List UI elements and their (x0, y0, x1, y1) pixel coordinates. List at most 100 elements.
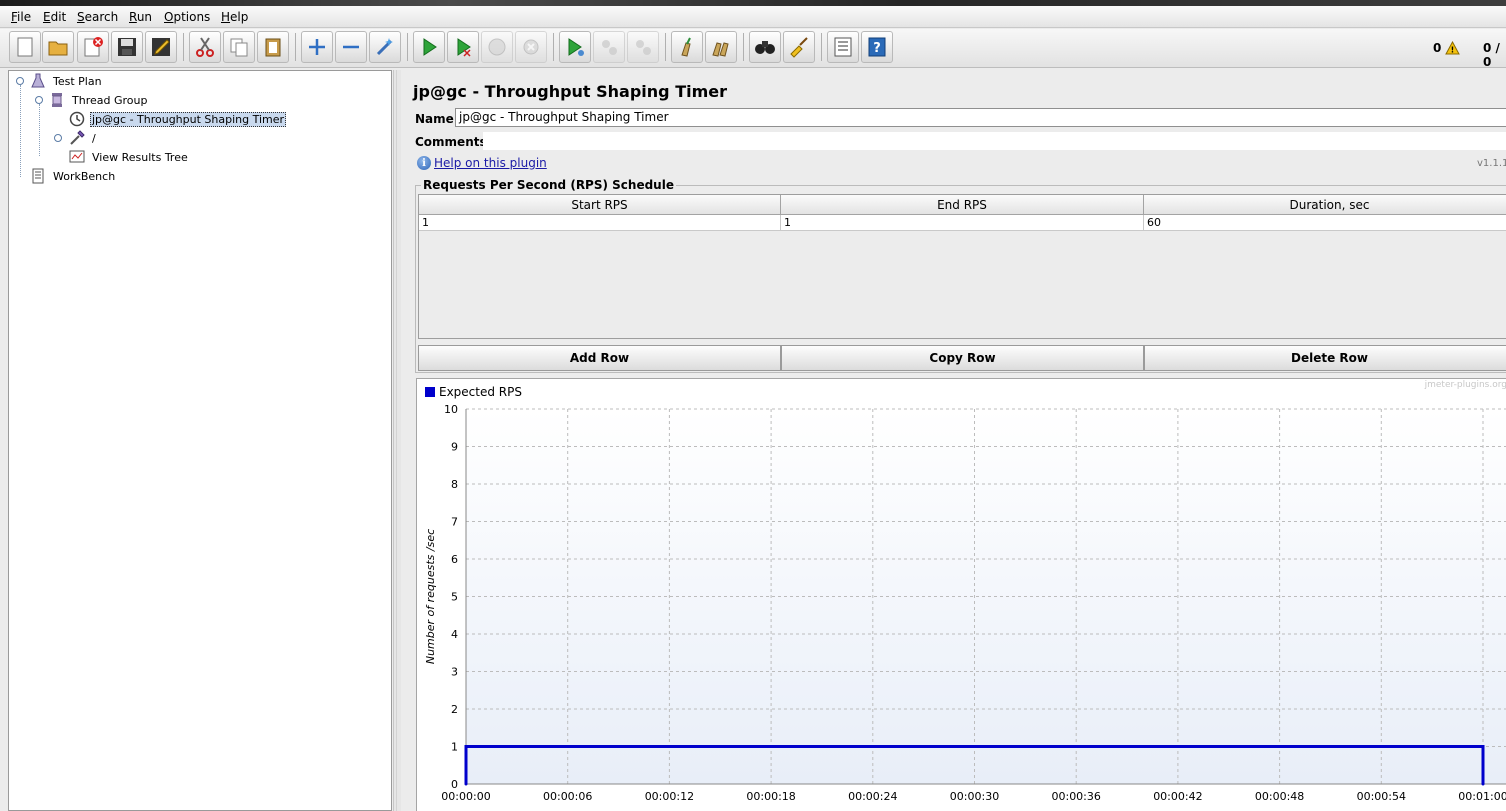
menu-run[interactable]: Run (129, 10, 152, 24)
cut-button[interactable] (189, 31, 221, 63)
expected-rps-chart: jmeter-plugins.org Expected RPS 0 1 2 3 4 5 6 7 8 9… (416, 378, 1506, 811)
workbench-icon (29, 167, 47, 185)
tree-node-label: Thread Group (72, 93, 148, 107)
name-label: Name: (415, 112, 459, 126)
schedule-table[interactable]: Start RPS End RPS Duration, sec 1 1 60 (418, 194, 1506, 339)
remote-shutdown-button[interactable] (627, 31, 659, 63)
copy-icon (230, 38, 248, 57)
save-button[interactable] (111, 31, 143, 63)
plus-icon (309, 39, 325, 55)
function-helper-button[interactable] (827, 31, 859, 63)
help-button[interactable]: ? (861, 31, 893, 63)
test-plan-tree: Test Plan Thread Group jp@gc - Throughpu… (8, 70, 392, 811)
warning-count: 0 (1433, 41, 1442, 55)
reset-search-button[interactable] (783, 31, 815, 63)
clear-all-button[interactable] (705, 31, 737, 63)
menu-help[interactable]: Help (221, 10, 248, 24)
play-no-pause-icon (457, 38, 471, 57)
help-book-icon: ? (868, 37, 886, 57)
flask-icon (29, 72, 47, 90)
chart-canvas: jmeter-plugins.orgExpected RPS0123456789… (424, 380, 1506, 811)
thread-spool-icon (48, 91, 66, 109)
remote-start-button[interactable] (559, 31, 591, 63)
series-point (1481, 745, 1485, 748)
play-icon (423, 38, 437, 56)
start-no-pauses-button[interactable] (447, 31, 479, 63)
toggle-button[interactable] (369, 31, 401, 63)
toolbar: ? 0 ! 0 / 0 (0, 29, 1506, 69)
comments-label: Comments: (415, 135, 492, 149)
remote-stop-icon (602, 40, 617, 55)
warning-icon[interactable]: ! (1445, 41, 1460, 55)
tree-node-label: View Results Tree (92, 150, 188, 164)
toolbar-separator (183, 33, 184, 61)
expand-all-button[interactable] (301, 31, 333, 63)
x-tick-label: 00:00:00 (441, 790, 490, 803)
component-panel: jp@gc - Throughput Shaping Timer Name: j… (409, 70, 1506, 811)
tree-node-test-plan[interactable]: Test Plan (29, 72, 104, 90)
clipboard-icon (265, 38, 281, 57)
binoculars-icon (755, 41, 775, 54)
search-button[interactable] (749, 31, 781, 63)
y-tick-label: 9 (451, 441, 458, 454)
tree-node-http-sampler[interactable]: / (68, 129, 98, 147)
x-tick-label: 00:00:24 (848, 790, 897, 803)
column-header-duration[interactable]: Duration, sec (1144, 195, 1506, 215)
menu-file[interactable]: File (11, 10, 31, 24)
stop-button[interactable] (481, 31, 513, 63)
column-header-end-rps[interactable]: End RPS (781, 195, 1144, 215)
collapse-all-button[interactable] (335, 31, 367, 63)
name-field[interactable]: jp@gc - Throughput Shaping Timer (455, 108, 1506, 127)
y-tick-label: 7 (451, 516, 458, 529)
new-button[interactable] (9, 31, 41, 63)
y-tick-label: 1 (451, 741, 458, 754)
new-file-icon (17, 37, 33, 57)
shutdown-icon (523, 39, 539, 55)
wand-icon (376, 38, 393, 56)
toolbar-separator (553, 33, 554, 61)
save-as-button[interactable] (145, 31, 177, 63)
clear-search-icon (790, 37, 808, 58)
pane-splitter[interactable] (393, 70, 401, 811)
page-title: jp@gc - Throughput Shaping Timer (413, 82, 728, 101)
templates-button[interactable] (42, 31, 74, 63)
delete-row-button[interactable]: Delete Row (1144, 345, 1506, 371)
broom-all-icon (712, 42, 729, 57)
legend-label: Expected RPS (439, 385, 522, 399)
tree-expand-handle[interactable] (16, 77, 24, 85)
start-button[interactable] (413, 31, 445, 63)
copy-button[interactable] (223, 31, 255, 63)
shutdown-button[interactable] (515, 31, 547, 63)
table-cell-start-rps[interactable]: 1 (419, 215, 781, 231)
tree-node-throughput-timer[interactable]: jp@gc - Throughput Shaping Timer (68, 110, 287, 128)
add-row-button[interactable]: Add Row (418, 345, 781, 371)
y-tick-label: 4 (451, 628, 458, 641)
remote-stop-button[interactable] (593, 31, 625, 63)
x-tick-label: 00:00:12 (645, 790, 694, 803)
menu-search[interactable]: Search (77, 10, 118, 24)
help-link[interactable]: Help on this plugin (434, 156, 547, 170)
tree-expand-handle[interactable] (35, 96, 43, 104)
menu-edit[interactable]: Edit (43, 10, 66, 24)
copy-row-button[interactable]: Copy Row (781, 345, 1144, 371)
tree-node-view-results-tree[interactable]: View Results Tree (68, 148, 190, 166)
tree-node-label: Test Plan (53, 74, 102, 88)
tree-expand-handle[interactable] (54, 134, 62, 142)
pipette-icon (68, 129, 86, 147)
remote-shutdown-icon (636, 40, 651, 55)
y-tick-label: 6 (451, 553, 458, 566)
y-axis-title: Number of requests /sec (424, 529, 437, 664)
column-header-start-rps[interactable]: Start RPS (419, 195, 781, 215)
y-tick-label: 8 (451, 478, 458, 491)
table-cell-end-rps[interactable]: 1 (781, 215, 1144, 231)
folder-open-icon (48, 41, 68, 56)
tree-node-workbench[interactable]: WorkBench (29, 167, 117, 185)
table-cell-duration[interactable]: 60 (1144, 215, 1506, 231)
tree-node-thread-group[interactable]: Thread Group (48, 91, 149, 109)
x-tick-label: 00:00:42 (1153, 790, 1202, 803)
clear-button[interactable] (671, 31, 703, 63)
paste-button[interactable] (257, 31, 289, 63)
comments-field[interactable] (483, 132, 1506, 150)
menu-options[interactable]: Options (164, 10, 210, 24)
close-button[interactable] (77, 31, 109, 63)
